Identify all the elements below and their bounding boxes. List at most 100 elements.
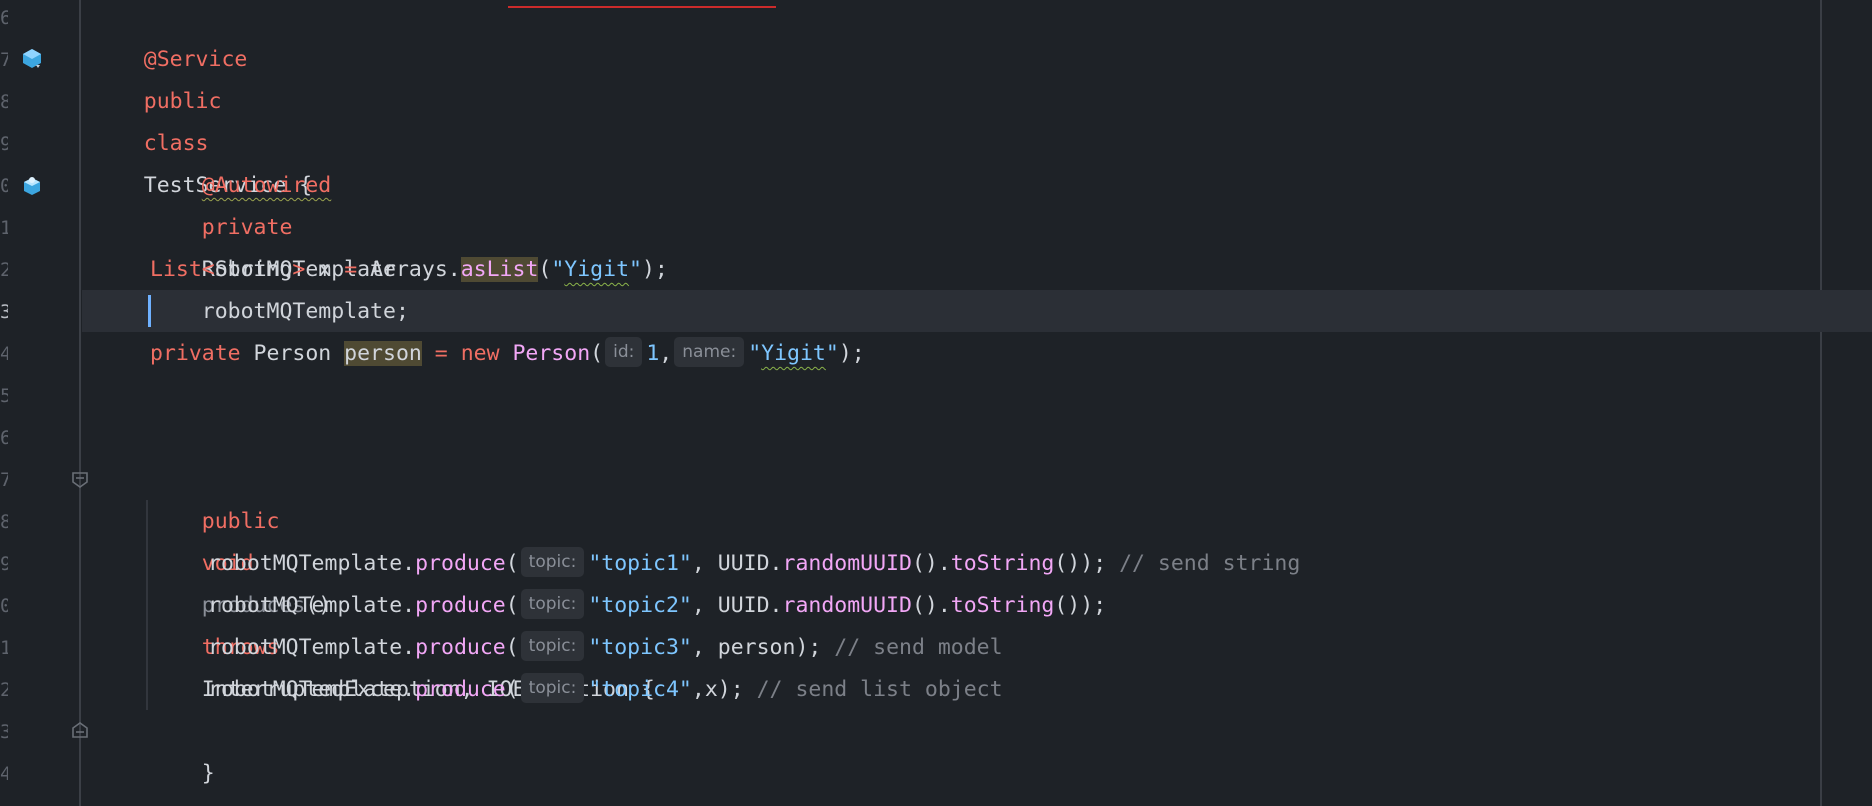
- code-line[interactable]: private Person person = new Person(id: 1,…: [150, 333, 865, 375]
- comment: // send model: [821, 635, 1003, 660]
- punctuation: ,: [659, 341, 673, 366]
- bean-class-icon[interactable]: [20, 47, 44, 71]
- type-name: String: [214, 257, 293, 282]
- method-call: produce: [415, 677, 506, 702]
- punctuation: ;: [395, 299, 409, 324]
- punctuation: );: [641, 257, 668, 282]
- string-literal: ": [748, 341, 762, 366]
- line-number: 3: [0, 721, 8, 743]
- method-call: asList: [460, 257, 539, 282]
- string-literal: ": [551, 257, 565, 282]
- line-number-current: 3: [0, 301, 8, 323]
- method-call: produce: [415, 593, 506, 618]
- line-number: 1: [0, 217, 8, 239]
- text-caret: [148, 295, 151, 327]
- receiver: Arrays.: [357, 257, 461, 282]
- line-number: 9: [0, 553, 8, 575]
- line-number: 6: [0, 427, 8, 449]
- string-literal: "topic2": [588, 593, 692, 618]
- comment: // send list object: [743, 677, 1003, 702]
- code-line[interactable]: public void produces() throws Interrupte…: [150, 459, 655, 702]
- method-call: produce: [415, 635, 506, 660]
- receiver: robotMQTemplate.: [208, 677, 416, 702]
- code-line[interactable]: robotMQTemplate.produce(topic: "topic3", …: [208, 627, 1003, 669]
- line-number: 4: [0, 343, 8, 365]
- indent-guide: [146, 500, 148, 710]
- closing-brace: }: [201, 761, 215, 786]
- string-literal: ": [629, 257, 642, 282]
- method-call: toString: [950, 593, 1055, 618]
- line-number: 1: [0, 637, 8, 659]
- punctuation: <: [201, 257, 215, 282]
- code-line[interactable]: }: [150, 711, 215, 786]
- fold-end-icon[interactable]: [70, 720, 90, 740]
- parameter-hint: topic:: [520, 673, 585, 703]
- error-stripe-marker: [508, 6, 776, 8]
- method-call: randomUUID: [782, 551, 912, 576]
- punctuation: (: [505, 635, 519, 660]
- method-call: toString: [950, 551, 1055, 576]
- operator: =: [421, 341, 461, 366]
- method-call: produce: [415, 551, 506, 576]
- code-line[interactable]: robotMQTemplate.produce(topic: "topic2", …: [208, 585, 1106, 627]
- code-editor[interactable]: 6 7 8 9 0 1 2 3 4 5 6 7 8 9 0 1 2 3 4 @S…: [0, 0, 1872, 806]
- code-line[interactable]: List<String> x = Arrays.asList("Yigit");: [150, 249, 668, 291]
- type-name: Person: [240, 341, 345, 366]
- string-literal: "topic4": [588, 677, 692, 702]
- line-number: 6: [0, 7, 8, 29]
- line-number: 0: [0, 175, 8, 197]
- receiver: robotMQTemplate.: [208, 551, 416, 576]
- code-text: , person);: [691, 635, 822, 660]
- operator: =: [344, 257, 358, 282]
- line-number: 0: [0, 595, 8, 617]
- line-number: 2: [0, 259, 8, 281]
- punctuation: (: [505, 593, 519, 618]
- code-text: , UUID.: [691, 551, 783, 576]
- punctuation: (: [590, 341, 604, 366]
- code-text: , UUID.: [691, 593, 783, 618]
- code-line[interactable]: robotMQTemplate.produce(topic: "topic4",x…: [208, 669, 1003, 711]
- string-literal: "topic1": [588, 551, 692, 576]
- line-number: 9: [0, 133, 8, 155]
- string-literal: Yigit: [761, 341, 826, 366]
- string-literal: Yigit: [564, 257, 630, 282]
- autowired-bean-icon[interactable]: [20, 174, 44, 198]
- gutter-separator: [79, 0, 81, 806]
- variable-name: x: [305, 257, 345, 282]
- line-number: 8: [0, 91, 8, 113]
- code-text: ,x);: [691, 677, 744, 702]
- fold-collapse-icon[interactable]: [70, 470, 90, 490]
- type-name: List: [150, 257, 202, 282]
- code-line[interactable]: robotMQTemplate.produce(topic: "topic1", …: [208, 543, 1300, 585]
- constructor-call: Person: [499, 341, 591, 366]
- punctuation: ().: [911, 551, 951, 576]
- code-line[interactable]: @Autowired: [150, 123, 331, 198]
- code-line[interactable]: private RobotMQTemplate robotMQTemplate;: [150, 165, 409, 324]
- keyword: private: [201, 215, 293, 240]
- keyword: new: [460, 341, 500, 366]
- parameter-hint: topic:: [520, 589, 585, 619]
- parameter-hint: topic:: [520, 547, 585, 577]
- comment: // send string: [1106, 551, 1301, 576]
- keyword: public: [201, 509, 280, 534]
- punctuation: (: [505, 677, 519, 702]
- line-number: 8: [0, 511, 8, 533]
- number-literal: 1: [646, 341, 660, 366]
- parameter-hint: name:: [674, 337, 745, 367]
- field-name: robotMQTemplate: [201, 299, 396, 324]
- parameter-hint: id:: [605, 337, 643, 367]
- editor-gutter[interactable]: 6 7 8 9 0 1 2 3 4 5 6 7 8 9 0 1 2 3 4: [0, 0, 80, 806]
- code-line[interactable]: @Service: [92, 0, 248, 72]
- punctuation: );: [838, 341, 865, 366]
- line-number: 7: [0, 49, 8, 71]
- code-line[interactable]: public class TestService {: [92, 39, 312, 198]
- right-margin-guide: [1820, 0, 1822, 806]
- method-call: randomUUID: [782, 593, 912, 618]
- punctuation: ());: [1054, 551, 1107, 576]
- string-literal: ": [825, 341, 839, 366]
- field-name: person: [344, 341, 422, 366]
- keyword: private: [150, 341, 241, 366]
- keyword: public: [143, 89, 222, 114]
- punctuation: (: [538, 257, 552, 282]
- punctuation: ());: [1054, 593, 1107, 618]
